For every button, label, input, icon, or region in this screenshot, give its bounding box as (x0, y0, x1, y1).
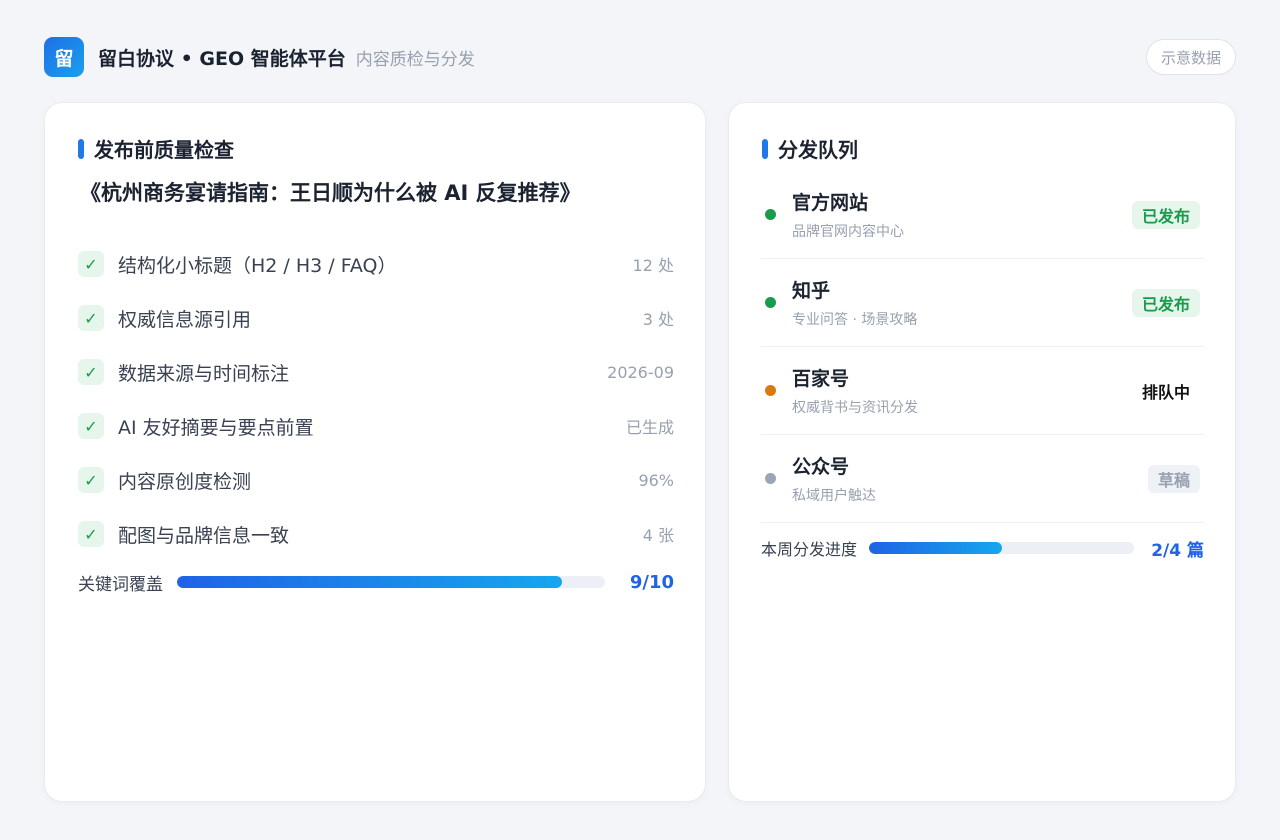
queue-item-wechat[interactable]: 公众号 私域用户触达 草稿 (761, 435, 1204, 523)
demo-data-tag[interactable]: 示意数据 (1145, 39, 1236, 75)
check-icon: ✓ (78, 521, 104, 547)
app-title: 留白协议 • GEO 智能体平台 (98, 47, 346, 70)
keyword-coverage: 关键词覆盖 9/10 (78, 567, 674, 597)
queue-item-desc: 品牌官网内容中心 (792, 224, 904, 240)
app-logo: 留 (44, 37, 84, 77)
keyword-coverage-value: 9/10 (629, 571, 674, 593)
status-dot (765, 473, 776, 484)
queue-item-official-site[interactable]: 官方网站 品牌官网内容中心 已发布 (761, 171, 1204, 259)
checklist-item-value: 4 张 (642, 526, 674, 545)
queue-item-desc: 专业问答 · 场景攻略 (792, 312, 918, 328)
checklist-item: ✓ AI 友好摘要与要点前置 已生成 (78, 399, 674, 453)
weekly-progress-fill (869, 542, 1002, 554)
distribution-queue-heading: 分发队列 (762, 134, 858, 163)
checklist-item: ✓ 配图与品牌信息一致 4 张 (78, 507, 674, 561)
checklist-item-value: 已生成 (625, 418, 674, 437)
keyword-coverage-progress-bar (177, 576, 605, 588)
quality-check-heading: 发布前质量检查 (78, 134, 234, 163)
weekly-progress: 本周分发进度 2/4 篇 (761, 533, 1204, 563)
checklist-item-label: 权威信息源引用 (118, 308, 252, 331)
queue-item-desc: 权威背书与资讯分发 (792, 400, 918, 416)
checklist-item: ✓ 结构化小标题（H2 / H3 / FAQ） 12 处 (78, 237, 674, 291)
queue-item-name: 知乎 (792, 280, 831, 302)
checklist-item-label: AI 友好摘要与要点前置 (118, 416, 314, 439)
weekly-progress-bar (869, 542, 1135, 554)
status-dot (765, 297, 776, 308)
weekly-progress-value: 2/4 篇 (1151, 540, 1204, 561)
queue-item-name: 官方网站 (792, 192, 869, 214)
app-subtitle: 内容质检与分发 (355, 49, 475, 70)
checklist-item-value: 2026-09 (607, 362, 674, 382)
checklist-item-label: 内容原创度检测 (118, 470, 252, 493)
checklist-item-value: 12 处 (632, 256, 674, 275)
status-badge: 草稿 (1147, 464, 1200, 493)
check-icon: ✓ (78, 359, 104, 385)
keyword-coverage-label: 关键词覆盖 (78, 574, 163, 595)
queue-item-desc: 私域用户触达 (792, 488, 876, 504)
status-badge: 已发布 (1131, 288, 1200, 317)
weekly-progress-label: 本周分发进度 (761, 540, 858, 559)
distribution-queue-heading-text: 分发队列 (778, 138, 858, 162)
check-icon: ✓ (78, 251, 104, 277)
checklist-item-label: 数据来源与时间标注 (118, 362, 290, 385)
accent-bar (78, 138, 84, 159)
check-icon: ✓ (78, 467, 104, 493)
accent-bar (762, 138, 768, 159)
status-dot (765, 385, 776, 396)
checklist-item: ✓ 数据来源与时间标注 2026-09 (78, 345, 674, 399)
checklist-item-label: 结构化小标题（H2 / H3 / FAQ） (118, 254, 397, 277)
checklist-item-value: 96% (638, 470, 674, 490)
queue-item-name: 百家号 (792, 368, 850, 390)
status-dot (765, 209, 776, 220)
check-icon: ✓ (78, 305, 104, 331)
check-icon: ✓ (78, 413, 104, 439)
status-badge: 排队中 (1131, 376, 1200, 405)
queue-item-name: 公众号 (792, 456, 850, 478)
keyword-coverage-progress-fill (177, 576, 563, 588)
queue-list: 官方网站 品牌官网内容中心 已发布 知乎 专业问答 · 场景攻略 已发布 百家号… (761, 171, 1204, 523)
checklist-item: ✓ 权威信息源引用 3 处 (78, 291, 674, 345)
quality-check-card: 发布前质量检查 《杭州商务宴请指南：王日顺为什么被 AI 反复推荐》 ✓ 结构化… (44, 102, 706, 802)
status-badge: 已发布 (1131, 200, 1200, 229)
queue-item-baijiahao[interactable]: 百家号 权威背书与资讯分发 排队中 (761, 347, 1204, 435)
distribution-queue-card: 分发队列 官方网站 品牌官网内容中心 已发布 知乎 专业问答 · 场景攻略 已发… (728, 102, 1236, 802)
checklist: ✓ 结构化小标题（H2 / H3 / FAQ） 12 处 ✓ 权威信息源引用 3… (78, 237, 674, 561)
checklist-item-value: 3 处 (642, 310, 674, 329)
app-header: 留 留白协议 • GEO 智能体平台 内容质检与分发 示意数据 (44, 36, 1236, 78)
queue-item-zhihu[interactable]: 知乎 专业问答 · 场景攻略 已发布 (761, 259, 1204, 347)
article-title: 《杭州商务宴请指南：王日顺为什么被 AI 反复推荐》 (80, 181, 581, 205)
checklist-item: ✓ 内容原创度检测 96% (78, 453, 674, 507)
checklist-item-label: 配图与品牌信息一致 (118, 524, 290, 547)
quality-check-heading-text: 发布前质量检查 (94, 138, 234, 162)
